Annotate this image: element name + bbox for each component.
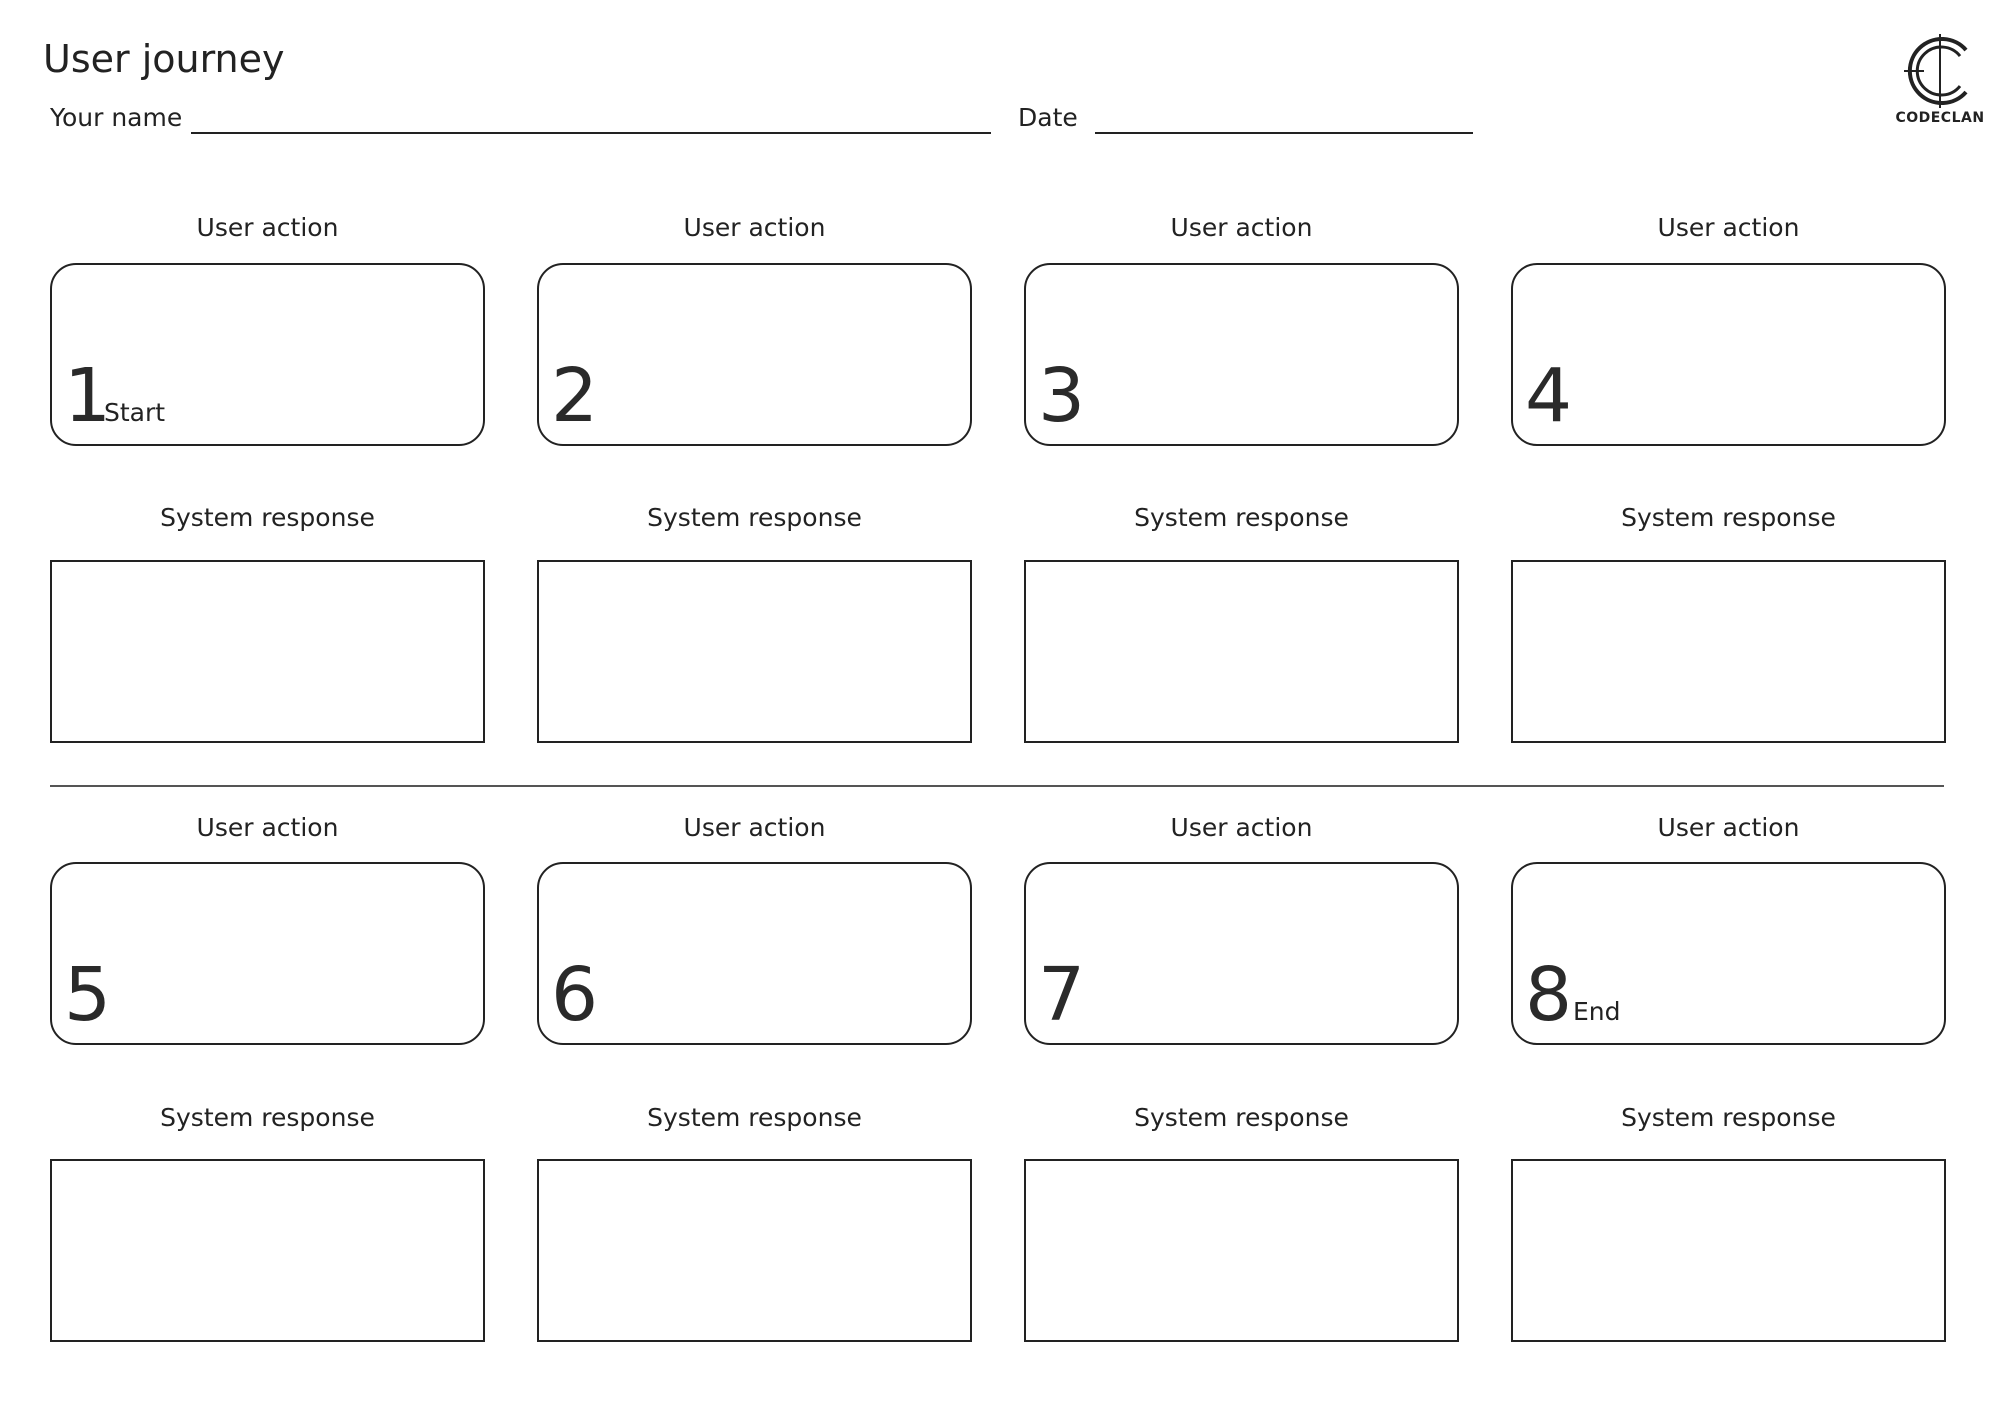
codeclan-logo: CODECLAN: [1890, 34, 1990, 134]
system-response-label: System response: [1621, 503, 1836, 532]
name-field-line[interactable]: [191, 132, 991, 134]
system-response-label: System response: [1621, 1103, 1836, 1132]
user-action-box[interactable]: 3: [1024, 263, 1459, 446]
system-response-label: System response: [647, 503, 862, 532]
user-action-box[interactable]: 8 End: [1511, 862, 1946, 1045]
user-action-box[interactable]: 7: [1024, 862, 1459, 1045]
user-action-box[interactable]: 6: [537, 862, 972, 1045]
step-number: 2: [551, 353, 599, 439]
system-response-label: System response: [160, 503, 375, 532]
codeclan-c-icon: [1904, 34, 1968, 108]
system-response-label: System response: [1134, 1103, 1349, 1132]
page-title: User journey: [43, 37, 285, 81]
system-response-label: System response: [1134, 503, 1349, 532]
system-response-box[interactable]: [1024, 560, 1459, 743]
user-action-box[interactable]: 1 Start: [50, 263, 485, 446]
user-action-label: User action: [196, 213, 339, 242]
system-response-box[interactable]: [1511, 1159, 1946, 1342]
user-action-label: User action: [196, 813, 339, 842]
user-action-label: User action: [1170, 213, 1313, 242]
step-number: 3: [1038, 353, 1086, 439]
user-action-box[interactable]: 4: [1511, 263, 1946, 446]
date-label: Date: [1018, 103, 1078, 132]
step-number: 5: [64, 952, 112, 1038]
user-action-label: User action: [1657, 213, 1800, 242]
system-response-label: System response: [647, 1103, 862, 1132]
user-action-label: User action: [1657, 813, 1800, 842]
system-response-box[interactable]: [537, 1159, 972, 1342]
step-note: End: [1573, 997, 1621, 1026]
step-number: 6: [551, 952, 599, 1038]
system-response-box[interactable]: [50, 560, 485, 743]
user-action-box[interactable]: 5: [50, 862, 485, 1045]
row-divider: [50, 785, 1944, 787]
logo-text: CODECLAN: [1895, 110, 1985, 126]
step-number: 4: [1525, 353, 1573, 439]
system-response-label: System response: [160, 1103, 375, 1132]
step-number: 7: [1038, 952, 1086, 1038]
step-number: 8: [1525, 952, 1573, 1038]
user-action-box[interactable]: 2: [537, 263, 972, 446]
system-response-box[interactable]: [1024, 1159, 1459, 1342]
system-response-box[interactable]: [1511, 560, 1946, 743]
date-field-line[interactable]: [1095, 132, 1473, 134]
name-label: Your name: [50, 103, 183, 132]
system-response-box[interactable]: [537, 560, 972, 743]
step-note: Start: [104, 398, 166, 427]
user-action-label: User action: [683, 813, 826, 842]
user-action-label: User action: [1170, 813, 1313, 842]
user-action-label: User action: [683, 213, 826, 242]
system-response-box[interactable]: [50, 1159, 485, 1342]
